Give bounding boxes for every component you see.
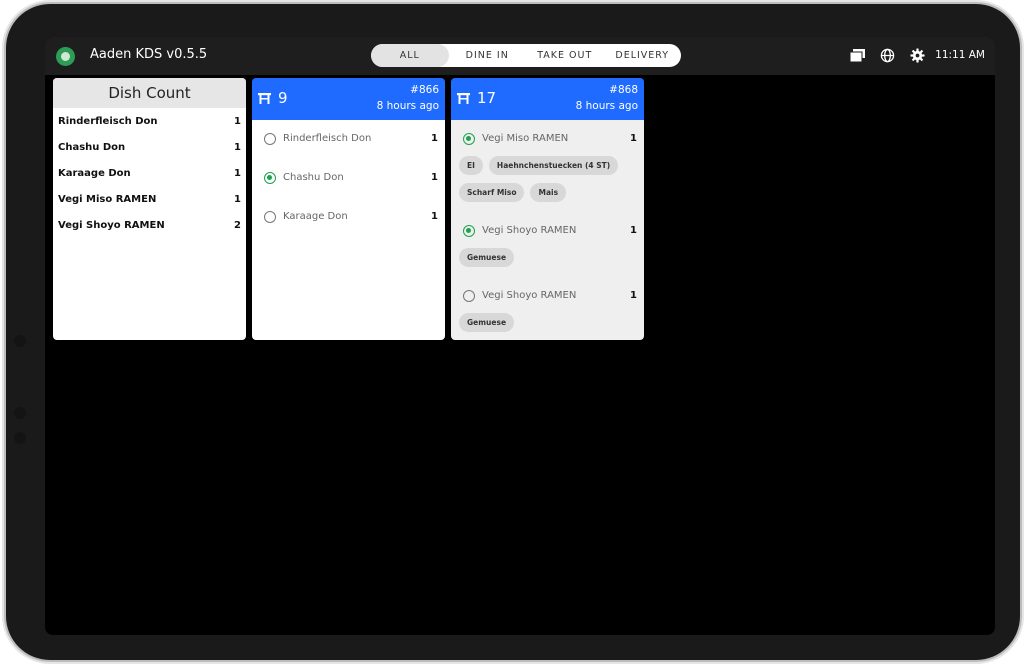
tablet-frame: Aaden KDS v0.5.5 ALL DINE IN TAKE OUT DE… xyxy=(6,4,1020,660)
clock: 11:11 AM xyxy=(935,49,985,61)
modifier-chip: Haehnchenstuecken (4 ST) xyxy=(488,156,619,175)
order-item[interactable]: Rinderfleisch Don 1 xyxy=(252,130,445,150)
order-time: 8 hours ago xyxy=(376,100,439,112)
top-bar: Aaden KDS v0.5.5 ALL DINE IN TAKE OUT DE… xyxy=(45,37,995,75)
dish-count-row: Vegi Miso RAMEN 1 xyxy=(53,186,246,212)
dish-count: 1 xyxy=(234,167,241,179)
dish-count: 2 xyxy=(234,219,241,231)
item-name: Vegi Shoyo RAMEN xyxy=(482,290,577,301)
dish-count-row: Vegi Shoyo RAMEN 2 xyxy=(53,212,246,238)
dish-count: 1 xyxy=(234,115,241,127)
modifier-chip: Scharf Miso xyxy=(459,183,525,202)
radio-unchecked-icon[interactable] xyxy=(264,133,276,145)
order-header[interactable]: 9 #866 8 hours ago xyxy=(252,78,445,120)
order-time: 8 hours ago xyxy=(575,100,638,112)
dish-count-row: Rinderfleisch Don 1 xyxy=(53,108,246,134)
order-card[interactable]: 9 #866 8 hours ago Rinderfleisch Don 1 C… xyxy=(252,78,445,340)
tab-delivery[interactable]: DELIVERY xyxy=(604,44,682,67)
item-qty: 1 xyxy=(431,211,438,222)
globe-icon[interactable] xyxy=(879,47,895,63)
order-item[interactable]: Vegi Miso RAMEN 1 xyxy=(451,130,644,150)
app-title: Aaden KDS v0.5.5 xyxy=(90,47,208,62)
radio-checked-icon[interactable] xyxy=(463,133,475,145)
dish-count-panel: Dish Count Rinderfleisch Don 1 Chashu Don… xyxy=(53,78,246,340)
dish-name: Rinderfleisch Don xyxy=(58,115,158,127)
dish-name: Vegi Miso RAMEN xyxy=(58,193,157,205)
item-name: Rinderfleisch Don xyxy=(283,133,372,144)
camera-sensor xyxy=(14,432,26,444)
order-type-tabs: ALL DINE IN TAKE OUT DELIVERY xyxy=(371,44,681,67)
order-number: #866 xyxy=(410,84,439,96)
item-qty: 1 xyxy=(630,290,637,301)
camera xyxy=(14,335,26,347)
modifier-chip: Gemuese xyxy=(459,313,515,332)
tab-dine-in[interactable]: DINE IN xyxy=(449,44,527,67)
order-number: #868 xyxy=(609,84,638,96)
radio-unchecked-icon[interactable] xyxy=(463,290,475,302)
item-qty: 1 xyxy=(431,172,438,183)
item-qty: 1 xyxy=(431,133,438,144)
order-item[interactable]: Karaage Don 1 xyxy=(252,208,445,228)
kds-screen: Aaden KDS v0.5.5 ALL DINE IN TAKE OUT DE… xyxy=(45,37,995,635)
order-item[interactable]: Vegi Shoyo RAMEN 1 xyxy=(451,222,644,242)
dish-count-row: Karaage Don 1 xyxy=(53,160,246,186)
item-name: Vegi Shoyo RAMEN xyxy=(482,225,577,236)
radio-checked-icon[interactable] xyxy=(264,172,276,184)
radio-checked-icon[interactable] xyxy=(463,225,475,237)
table-icon xyxy=(258,93,271,104)
display-icon[interactable] xyxy=(849,47,865,63)
order-items: Rinderfleisch Don 1 Chashu Don 1 Karaage… xyxy=(252,120,445,340)
item-name: Karaage Don xyxy=(283,211,348,222)
dish-name: Chashu Don xyxy=(58,141,126,153)
dish-name: Karaage Don xyxy=(58,167,131,179)
modifier-list: EI Haehnchenstuecken (4 ST) xyxy=(459,156,619,175)
modifier-chip: Gemuese xyxy=(459,248,515,267)
dish-count: 1 xyxy=(234,141,241,153)
table-icon xyxy=(457,93,470,104)
item-name: Chashu Don xyxy=(283,172,344,183)
camera-sensor xyxy=(14,407,26,419)
top-right-controls: 11:11 AM xyxy=(849,47,985,63)
order-item[interactable]: Chashu Don 1 xyxy=(252,169,445,189)
dish-count: 1 xyxy=(234,193,241,205)
item-name: Vegi Miso RAMEN xyxy=(482,133,569,144)
modifier-chip: EI xyxy=(459,156,483,175)
dish-name: Vegi Shoyo RAMEN xyxy=(58,219,165,231)
item-qty: 1 xyxy=(630,133,637,144)
item-qty: 1 xyxy=(630,225,637,236)
app-logo-icon xyxy=(56,47,75,66)
tab-all[interactable]: ALL xyxy=(371,44,449,67)
order-header[interactable]: 17 #868 8 hours ago xyxy=(451,78,644,120)
modifier-list: Scharf Miso Mais xyxy=(459,183,567,202)
dish-count-title: Dish Count xyxy=(53,78,246,108)
order-card[interactable]: 17 #868 8 hours ago Vegi Miso RAMEN 1 EI… xyxy=(451,78,644,340)
table-number: 9 xyxy=(278,89,288,107)
modifier-list: Gemuese xyxy=(459,248,515,267)
dish-count-row: Chashu Don 1 xyxy=(53,134,246,160)
gear-icon[interactable] xyxy=(909,47,925,63)
tab-take-out[interactable]: TAKE OUT xyxy=(526,44,604,67)
order-item[interactable]: Vegi Shoyo RAMEN 1 xyxy=(451,287,644,307)
radio-unchecked-icon[interactable] xyxy=(264,211,276,223)
order-items: Vegi Miso RAMEN 1 EI Haehnchenstuecken (… xyxy=(451,120,644,340)
table-number: 17 xyxy=(477,89,497,107)
modifier-list: Gemuese xyxy=(459,313,515,332)
modifier-chip: Mais xyxy=(530,183,567,202)
